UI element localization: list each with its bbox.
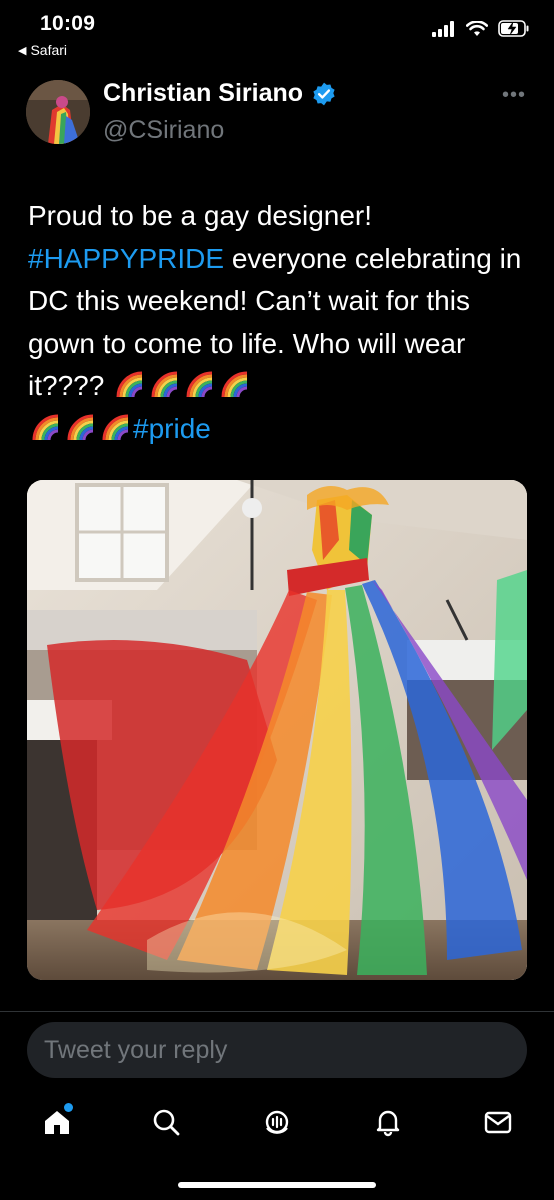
rainbow-emoji-icon (67, 414, 94, 440)
verified-badge-icon (313, 82, 335, 105)
tweet-photo[interactable] (27, 480, 527, 980)
more-options-icon[interactable]: ••• (502, 84, 526, 107)
bottom-tab-bar (0, 1092, 554, 1152)
rainbow-emoji-icon (151, 371, 178, 398)
reply-input[interactable] (27, 1022, 527, 1078)
status-time: 10:09 (40, 12, 96, 35)
messages-icon (484, 1111, 512, 1134)
home-indicator (178, 1182, 376, 1188)
spaces-icon (265, 1110, 289, 1134)
tweet-text: Proud to be a gay designer! #HAPPYPRIDE … (28, 195, 528, 450)
notification-dot (64, 1103, 73, 1112)
tab-notifications[interactable] (368, 1102, 408, 1142)
rainbow-emoji-icon (116, 371, 143, 398)
tab-home[interactable] (37, 1102, 77, 1142)
tab-search[interactable] (146, 1102, 186, 1142)
status-icons (432, 20, 530, 37)
hashtag-happypride-link[interactable]: #HAPPYPRIDE (28, 243, 224, 274)
battery-charging-icon (498, 20, 529, 37)
author-avatar[interactable] (26, 80, 90, 144)
author-handle[interactable]: @CSiriano (103, 116, 224, 145)
rainbow-emoji-icon (221, 371, 248, 398)
status-bar: 10:09 ◀ Safari (0, 0, 554, 66)
tweet-text-line1: Proud to be a gay designer! (28, 200, 373, 231)
wifi-icon (466, 20, 488, 36)
rainbow-emoji-group-2 (28, 413, 133, 444)
rainbow-gown-photo (27, 480, 527, 980)
rainbow-emoji-icon (32, 414, 59, 440)
rainbow-emoji-group (112, 370, 252, 401)
rainbow-emoji-icon (186, 371, 213, 398)
cellular-signal-icon (432, 20, 454, 37)
divider (0, 1011, 554, 1012)
tab-messages[interactable] (478, 1102, 518, 1142)
hashtag-pride-link[interactable]: #pride (133, 413, 211, 444)
author-name-text: Christian Siriano (103, 79, 304, 107)
back-arrow-icon: ◀ (18, 44, 27, 57)
avatar-image (26, 80, 90, 144)
author-name[interactable]: Christian Siriano (103, 79, 337, 108)
tab-spaces[interactable] (257, 1102, 297, 1142)
search-icon (153, 1109, 180, 1136)
back-to-app-button[interactable]: ◀ Safari (18, 42, 67, 58)
back-app-label: Safari (30, 42, 68, 58)
notifications-icon (376, 1110, 400, 1137)
rainbow-emoji-icon (102, 414, 129, 440)
